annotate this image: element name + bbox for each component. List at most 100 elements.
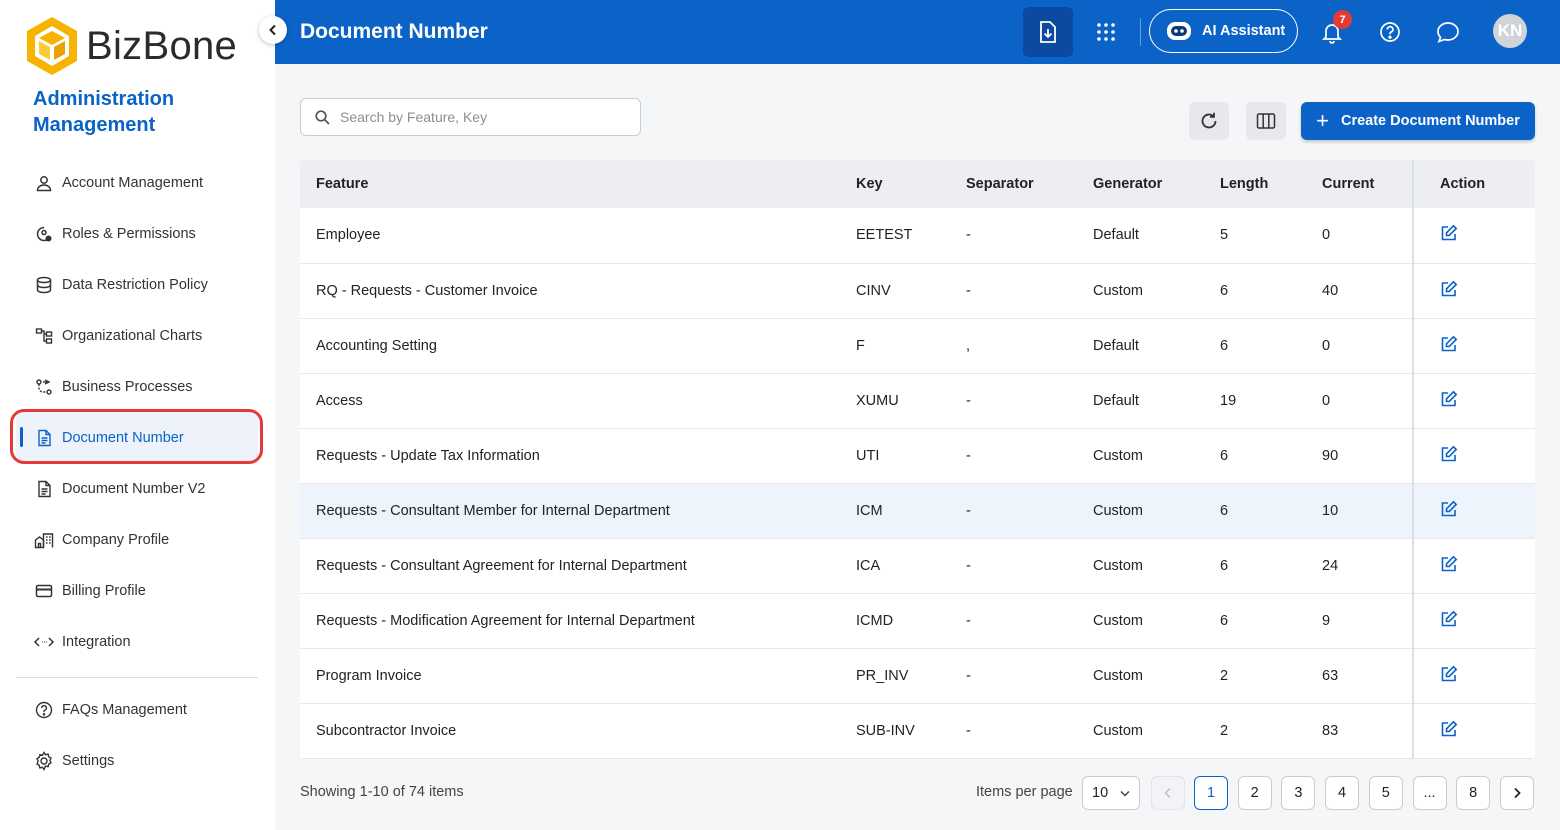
brand-logo[interactable]: BizBone [24,14,237,78]
notifications-button[interactable]: 7 [1319,7,1352,57]
cell-feature: Requests - Consultant Agreement for Inte… [316,557,687,574]
edit-icon[interactable] [1440,445,1458,463]
refresh-button[interactable] [1189,102,1229,140]
org-chart-icon [34,326,54,346]
cell-generator: Default [1093,227,1139,244]
table-row[interactable]: Access XUMU - Default 19 0 [300,373,1535,428]
sidebar-item-company-profile[interactable]: Company Profile [16,514,258,565]
create-button-label: Create Document Number [1340,113,1520,129]
column-header-key[interactable]: Key [840,160,950,208]
table-row[interactable]: Requests - Consultant Member for Interna… [300,483,1535,538]
column-header-separator[interactable]: Separator [950,160,1077,208]
items-per-page-select[interactable]: 10 [1082,776,1140,810]
table-row[interactable]: Program Invoice PR_INV - Custom 2 63 [300,648,1535,703]
cell-key: PR_INV [856,667,909,684]
edit-icon[interactable] [1440,500,1458,518]
table-row[interactable]: Subcontractor Invoice SUB-INV - Custom 2 83 [300,703,1535,758]
ai-assistant-button[interactable]: AI Assistant [1149,9,1298,53]
page-button[interactable]: 2 [1237,776,1272,810]
edit-icon[interactable] [1440,720,1458,738]
header-separator [1140,18,1141,46]
edit-icon[interactable] [1440,390,1458,408]
roles-icon [34,224,54,244]
sidebar-item-integration[interactable]: Integration [16,616,258,667]
cell-key: EETEST [856,227,913,244]
user-avatar[interactable]: KN [1493,14,1527,48]
edit-icon[interactable] [1440,610,1458,628]
page-button[interactable]: 3 [1281,776,1316,810]
cell-feature: Accounting Setting [316,337,437,354]
sidebar-item-label: Company Profile [62,531,170,548]
next-page-button[interactable] [1500,776,1534,810]
edit-icon[interactable] [1440,665,1458,683]
sidebar-item-document-number-v2[interactable]: Document Number V2 [16,463,258,514]
export-button[interactable] [1023,7,1073,57]
edit-icon[interactable] [1440,555,1458,573]
search-input[interactable] [340,109,620,125]
cell-generator: Custom [1093,557,1143,574]
cell-generator: Default [1093,392,1139,409]
column-header-length[interactable]: Length [1204,160,1306,208]
chevron-right-icon [1514,787,1521,799]
table-row[interactable]: RQ - Requests - Customer Invoice CINV - Cus… [300,263,1535,318]
cell-action [1412,593,1535,648]
sidebar-collapse-button[interactable] [259,16,287,44]
edit-icon[interactable] [1440,224,1458,242]
table-row[interactable]: Requests - Modification Agreement for In… [300,593,1535,648]
cell-current: 24 [1322,557,1339,574]
sidebar-item-roles-permissions[interactable]: Roles & Permissions [16,208,258,259]
cell-key: ICMD [856,612,894,629]
table-row[interactable]: Requests - Consultant Agreement for Inte… [300,538,1535,593]
cell-action [1412,703,1535,758]
help-button[interactable] [1377,7,1403,57]
table-row[interactable]: Accounting Setting F, Default 6 0 [300,318,1535,373]
cell-feature: Requests - Modification Agreement for In… [316,612,695,629]
sidebar-item-billing-profile[interactable]: Billing Profile [16,565,258,616]
page-button[interactable]: 4 [1325,776,1360,810]
sidebar-item-label: Roles & Permissions [62,225,196,242]
page-button[interactable]: 5 [1368,776,1403,810]
cell-generator: Custom [1093,502,1143,519]
column-header-generator[interactable]: Generator [1077,160,1204,208]
process-icon [34,377,54,397]
column-header-feature[interactable]: Feature [300,160,840,208]
table-row[interactable]: Requests - Update Tax Information UTI - Cus… [300,428,1535,483]
table-row[interactable]: Employee EETEST - Default 5 0 [300,208,1535,263]
apps-button[interactable] [1093,7,1119,57]
page-button[interactable]: 8 [1456,776,1491,810]
sidebar-nav: Account Management Roles & Permissions D… [10,157,263,786]
sidebar-item-data-restriction-policy[interactable]: Data Restriction Policy [16,259,258,310]
sidebar-item-label: Business Processes [62,378,193,395]
cell-current: 10 [1322,502,1339,519]
cell-key: XUMU [856,392,899,409]
columns-icon [1256,113,1276,129]
edit-icon[interactable] [1440,335,1458,353]
sidebar-item-organizational-charts[interactable]: Organizational Charts [16,310,258,361]
edit-icon[interactable] [1440,280,1458,298]
sidebar-item-document-number[interactable]: Document Number [10,409,263,464]
cell-length: 2 [1220,667,1229,684]
document-icon [34,428,54,448]
sidebar-item-faqs-management[interactable]: FAQs Management [16,684,258,735]
prev-page-button[interactable] [1151,776,1185,810]
chevron-left-icon [1164,787,1171,799]
cell-separator: , [966,337,971,354]
chat-button[interactable] [1435,7,1461,57]
cell-separator: - [966,282,971,299]
cell-current: 9 [1322,612,1331,629]
columns-button[interactable] [1246,102,1286,140]
column-header-current[interactable]: Current [1306,160,1413,208]
sidebar-item-settings[interactable]: Settings [16,735,258,786]
cell-current: 0 [1322,337,1331,354]
page-button[interactable]: 1 [1194,776,1228,810]
notification-badge: 7 [1333,10,1352,29]
cell-feature: Requests - Update Tax Information [316,447,540,464]
items-per-page-label: Items per page [976,784,1073,800]
page-ellipsis[interactable]: ... [1412,776,1447,810]
card-icon [34,581,54,601]
search-box[interactable] [300,98,641,136]
sidebar-item-account-management[interactable]: Account Management [16,157,258,208]
sidebar-item-business-processes[interactable]: Business Processes [16,361,258,412]
create-document-number-button[interactable]: + Create Document Number [1301,102,1535,140]
cell-generator: Custom [1093,612,1143,629]
